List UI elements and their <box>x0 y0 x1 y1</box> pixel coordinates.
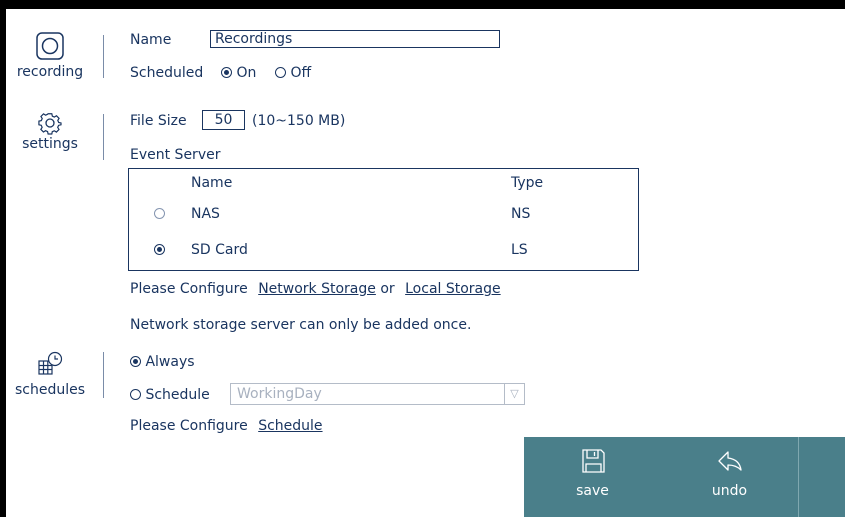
storage-configure-line: Please Configure Network Storage or Loca… <box>130 280 501 298</box>
schedule-link[interactable]: Schedule <box>258 418 322 434</box>
save-button[interactable]: save <box>524 437 661 517</box>
save-label: save <box>576 483 609 499</box>
or-text: or <box>380 281 395 297</box>
scheduled-label: Scheduled <box>130 65 204 81</box>
sidebar-divider <box>103 352 104 398</box>
chevron-down-icon: ▽ <box>504 384 524 404</box>
always-radio[interactable] <box>130 356 141 367</box>
sidebar-item-schedules[interactable]: schedules <box>6 351 94 398</box>
scheduled-on-label: On <box>236 65 257 81</box>
scheduled-off-label: Off <box>290 65 312 81</box>
undo-label: undo <box>711 483 748 499</box>
file-size-input[interactable] <box>202 110 245 130</box>
schedule-select-value: WorkingDay <box>237 386 322 402</box>
name-label: Name <box>130 32 172 48</box>
sidebar-label-settings: settings <box>22 136 78 152</box>
network-storage-note: Network storage server can only be added… <box>130 317 472 333</box>
sidebar-item-recording[interactable]: recording <box>6 31 94 80</box>
calendar-clock-icon <box>38 351 63 375</box>
sidebar-label-schedules: schedules <box>14 382 86 398</box>
schedule-label: Schedule <box>145 387 210 403</box>
sidebar-divider <box>103 114 104 160</box>
sidebar-item-settings[interactable]: settings <box>6 111 94 152</box>
column-header-name: Name <box>191 175 233 191</box>
column-header-type: Type <box>511 175 544 191</box>
undo-button[interactable]: undo <box>661 437 798 517</box>
gear-icon <box>38 113 62 135</box>
scheduled-off-option[interactable]: Off <box>275 64 311 82</box>
schedule-select[interactable]: WorkingDay ▽ <box>230 383 525 405</box>
scheduled-on-radio[interactable] <box>221 67 232 78</box>
row-select-radio[interactable] <box>154 244 165 255</box>
network-storage-link[interactable]: Network Storage <box>258 281 376 297</box>
row-select-radio[interactable] <box>154 208 165 219</box>
schedule-option[interactable]: Schedule <box>130 386 210 404</box>
configure-prefix: Please Configure <box>130 418 248 434</box>
configure-prefix: Please Configure <box>130 281 248 297</box>
schedule-configure-line: Please Configure Schedule <box>130 417 323 435</box>
undo-icon <box>717 451 742 471</box>
local-storage-link[interactable]: Local Storage <box>405 281 501 297</box>
scheduled-off-radio[interactable] <box>275 67 286 78</box>
file-size-range: (10~150 MB) <box>252 113 346 129</box>
table-row[interactable]: SD Card LS <box>129 241 638 265</box>
sidebar-label-recording: recording <box>16 64 84 80</box>
name-input[interactable] <box>210 30 500 48</box>
recording-icon <box>36 32 64 60</box>
row-name: SD Card <box>191 242 248 258</box>
table-row[interactable]: NAS NS <box>129 205 638 229</box>
file-size-label: File Size <box>130 113 187 129</box>
save-icon <box>581 449 605 473</box>
row-type: LS <box>511 242 528 258</box>
event-server-table: Name Type NAS NS SD Card LS <box>128 168 639 271</box>
always-option[interactable]: Always <box>130 353 195 371</box>
schedule-radio[interactable] <box>130 389 141 400</box>
event-server-label: Event Server <box>130 147 221 163</box>
action-toolbar: save undo <box>524 437 845 517</box>
row-name: NAS <box>191 206 220 222</box>
sidebar-divider <box>103 35 104 78</box>
toolbar-divider <box>798 437 799 517</box>
always-label: Always <box>145 354 195 370</box>
scheduled-on-option[interactable]: On <box>221 64 256 82</box>
window-frame-top <box>0 0 845 9</box>
row-type: NS <box>511 206 531 222</box>
